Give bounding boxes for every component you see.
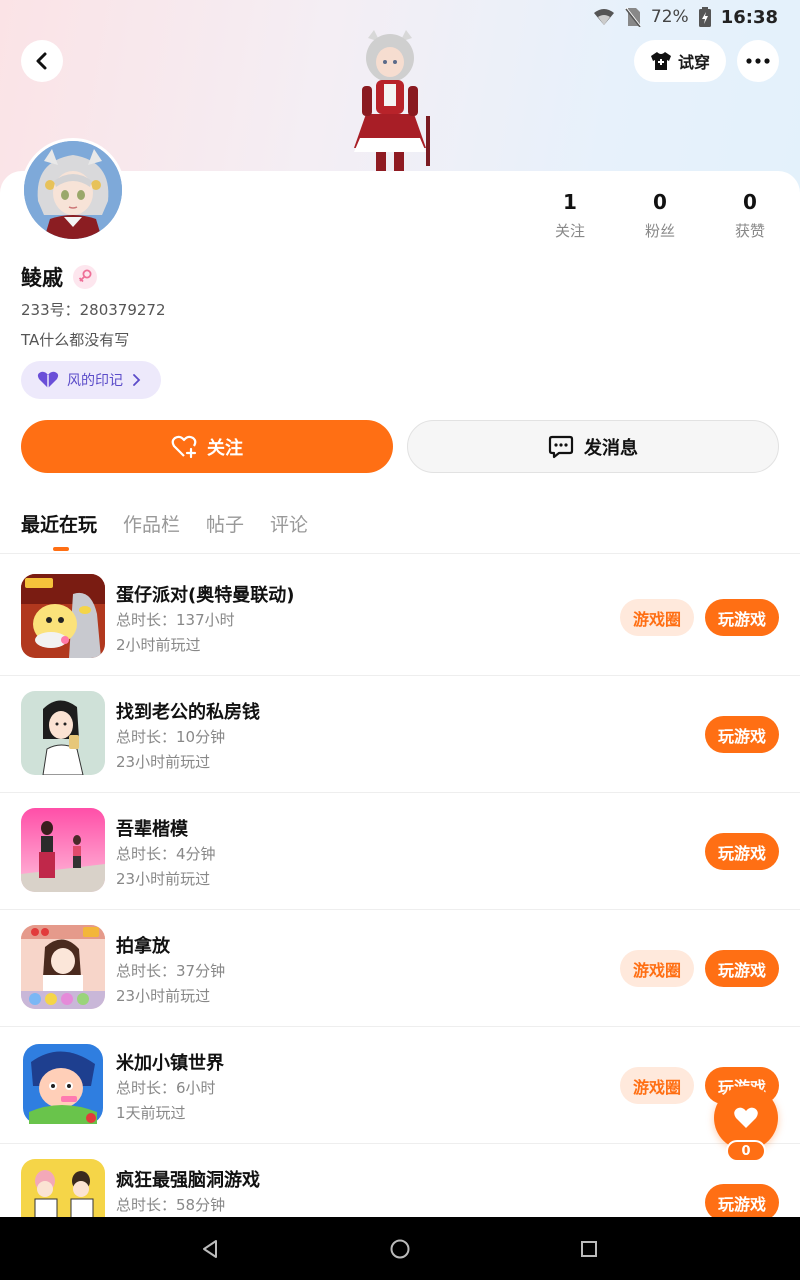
stat-following-label: 关注 bbox=[554, 222, 585, 240]
follow-label: 关注 bbox=[207, 437, 243, 459]
game-circle-button[interactable]: 游戏圈 bbox=[620, 599, 694, 636]
badge-button[interactable]: 风的印记 bbox=[21, 361, 161, 399]
avatar[interactable] bbox=[21, 138, 125, 242]
game-duration: 总时长：6小时 bbox=[116, 1079, 216, 1097]
user-bio: TA什么都没有写 bbox=[21, 331, 130, 349]
try-on-label: 试穿 bbox=[677, 53, 710, 72]
play-game-button[interactable]: 玩游戏 bbox=[705, 599, 779, 636]
game-last-played: 23小时前玩过 bbox=[116, 753, 211, 771]
add-friend-heart-icon bbox=[171, 435, 197, 458]
heart-icon bbox=[734, 1107, 758, 1128]
badge-label: 风的印记 bbox=[67, 373, 123, 389]
game-icon-eggy-party bbox=[21, 574, 105, 658]
game-circle-button[interactable]: 游戏圈 bbox=[620, 950, 694, 987]
chat-bubble-icon bbox=[548, 435, 574, 458]
tab-comments[interactable]: 评论 bbox=[270, 510, 308, 537]
stat-likes-label: 获赞 bbox=[734, 222, 765, 240]
game-icon-find-money bbox=[21, 691, 105, 775]
game-icon-pick-up-put bbox=[21, 925, 105, 1009]
username: 鲮戚 bbox=[21, 266, 63, 290]
no-sim-icon bbox=[625, 7, 641, 27]
shirt-icon bbox=[650, 52, 671, 70]
square-recents-icon bbox=[581, 1241, 597, 1257]
circle-home-icon bbox=[390, 1239, 410, 1259]
recently-played-list: 蛋仔派对(奥特曼联动) 总时长：137小时 2小时前玩过 游戏圈 玩游戏 找到老… bbox=[0, 559, 800, 1261]
game-duration: 总时长：4分钟 bbox=[116, 845, 216, 863]
game-last-played: 2小时前玩过 bbox=[116, 636, 201, 654]
tab-works[interactable]: 作品栏 bbox=[123, 510, 180, 537]
stat-likes-value: 0 bbox=[743, 190, 757, 214]
list-item[interactable]: 吾辈楷模 总时长：4分钟 23小时前玩过 玩游戏 bbox=[0, 793, 800, 910]
chevron-right-icon bbox=[133, 374, 141, 386]
battery-percent: 72% bbox=[650, 7, 689, 27]
play-game-button[interactable]: 玩游戏 bbox=[705, 716, 779, 753]
game-title: 吾辈楷模 bbox=[116, 819, 188, 840]
try-on-button[interactable]: 试穿 bbox=[634, 40, 726, 82]
play-game-button[interactable]: 玩游戏 bbox=[705, 833, 779, 870]
game-duration: 总时长：137小时 bbox=[116, 611, 235, 629]
stat-fans-label: 粉丝 bbox=[644, 222, 675, 240]
triangle-back-icon bbox=[203, 1240, 217, 1258]
back-button[interactable] bbox=[21, 40, 63, 82]
game-icon-miga-town bbox=[21, 1042, 105, 1126]
list-item[interactable]: 米加小镇世界 总时长：6小时 1天前玩过 游戏圈 玩游戏 bbox=[0, 1027, 800, 1144]
stat-likes[interactable]: 0 获赞 bbox=[710, 190, 790, 241]
tabs-divider bbox=[0, 553, 800, 554]
list-item[interactable]: 拍拿放 总时长：37分钟 23小时前玩过 游戏圈 玩游戏 bbox=[0, 910, 800, 1027]
game-title: 拍拿放 bbox=[116, 936, 170, 957]
tab-posts[interactable]: 帖子 bbox=[206, 510, 244, 537]
game-duration: 总时长：58分钟 bbox=[116, 1196, 226, 1214]
username-row: 鲮戚 bbox=[21, 262, 97, 292]
game-last-played: 23小时前玩过 bbox=[116, 987, 211, 1005]
stat-fans-value: 0 bbox=[653, 190, 667, 214]
clock: 16:38 bbox=[720, 6, 778, 28]
game-title: 找到老公的私房钱 bbox=[116, 702, 260, 723]
play-game-button[interactable]: 玩游戏 bbox=[705, 1184, 779, 1221]
more-options-button[interactable] bbox=[737, 40, 779, 82]
profile-tabs: 最近在玩 作品栏 帖子 评论 bbox=[21, 510, 308, 551]
system-navigation-bar bbox=[0, 1217, 800, 1280]
female-gender-icon bbox=[73, 265, 97, 289]
send-message-label: 发消息 bbox=[584, 437, 638, 459]
chevron-left-icon bbox=[36, 52, 47, 70]
stat-following[interactable]: 1 关注 bbox=[530, 190, 610, 241]
game-circle-button[interactable]: 游戏圈 bbox=[620, 1067, 694, 1104]
game-title: 蛋仔派对(奥特曼联动) bbox=[116, 585, 295, 606]
game-last-played: 23小时前玩过 bbox=[116, 870, 211, 888]
list-item[interactable]: 蛋仔派对(奥特曼联动) 总时长：137小时 2小时前玩过 游戏圈 玩游戏 bbox=[0, 559, 800, 676]
battery-charging-icon bbox=[698, 7, 711, 27]
nav-recents-button[interactable] bbox=[575, 1235, 603, 1263]
send-message-button[interactable]: 发消息 bbox=[407, 420, 779, 473]
game-title: 疯狂最强脑洞游戏 bbox=[116, 1170, 260, 1191]
game-last-played: 1天前玩过 bbox=[116, 1104, 186, 1122]
heart-badge-icon bbox=[37, 371, 59, 388]
more-dots-icon bbox=[746, 58, 770, 64]
nav-back-button[interactable] bbox=[196, 1235, 224, 1263]
stat-following-value: 1 bbox=[563, 190, 577, 214]
status-bar: 72% 16:38 bbox=[593, 6, 778, 28]
follow-button[interactable]: 关注 bbox=[21, 420, 393, 473]
list-item[interactable]: 找到老公的私房钱 总时长：10分钟 23小时前玩过 玩游戏 bbox=[0, 676, 800, 793]
game-icon-role-model bbox=[21, 808, 105, 892]
game-duration: 总时长：10分钟 bbox=[116, 728, 226, 746]
avatar-3d-character bbox=[330, 28, 450, 178]
wifi-icon bbox=[593, 9, 614, 25]
nav-home-button[interactable] bbox=[386, 1235, 414, 1263]
stat-fans[interactable]: 0 粉丝 bbox=[620, 190, 700, 241]
user-id: 233号：280379272 bbox=[21, 301, 166, 319]
tab-recently-played[interactable]: 最近在玩 bbox=[21, 510, 97, 551]
play-game-button[interactable]: 玩游戏 bbox=[705, 950, 779, 987]
game-duration: 总时长：37分钟 bbox=[116, 962, 226, 980]
game-title: 米加小镇世界 bbox=[116, 1053, 224, 1074]
like-count: 0 bbox=[726, 1140, 766, 1162]
